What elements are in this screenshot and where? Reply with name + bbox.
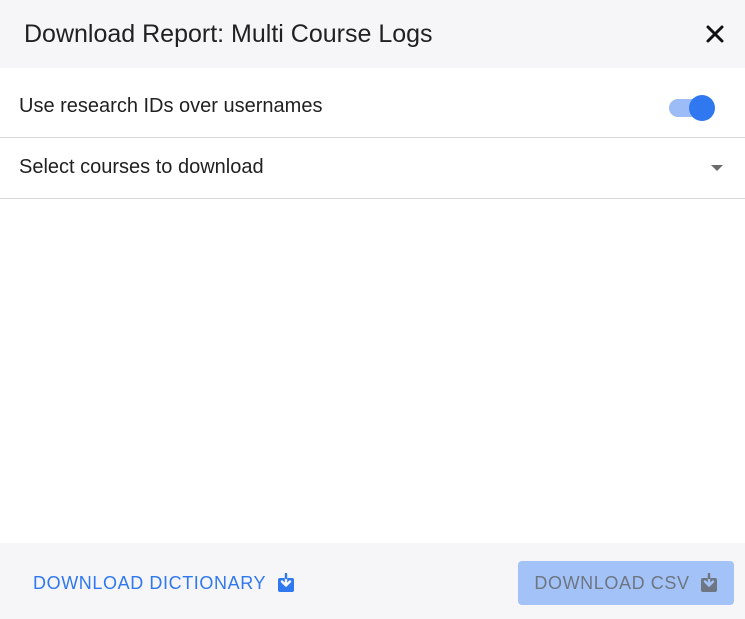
close-icon (706, 25, 724, 43)
dialog-header: Download Report: Multi Course Logs (0, 0, 745, 68)
chevron-down-icon (711, 165, 723, 171)
research-ids-toggle[interactable] (669, 94, 715, 122)
download-icon (278, 573, 295, 592)
download-csv-label: DOWNLOAD CSV (534, 572, 690, 593)
download-dictionary-label: DOWNLOAD DICTIONARY (33, 572, 267, 593)
download-report-dialog: Download Report: Multi Course Logs Use r… (0, 0, 745, 619)
dialog-title: Download Report: Multi Course Logs (24, 20, 433, 48)
dialog-footer: DOWNLOAD DICTIONARY DOWNLOAD CSV (0, 543, 745, 619)
download-csv-button[interactable]: DOWNLOAD CSV (518, 561, 734, 605)
toggle-knob (689, 95, 715, 121)
course-select[interactable]: Select courses to download (0, 138, 745, 199)
download-dictionary-button[interactable]: DOWNLOAD DICTIONARY (33, 569, 295, 597)
close-button[interactable] (700, 19, 730, 49)
research-ids-label: Use research IDs over usernames (19, 95, 323, 117)
download-icon (700, 573, 717, 592)
research-ids-row: Use research IDs over usernames (0, 68, 745, 138)
course-select-placeholder: Select courses to download (19, 156, 264, 178)
